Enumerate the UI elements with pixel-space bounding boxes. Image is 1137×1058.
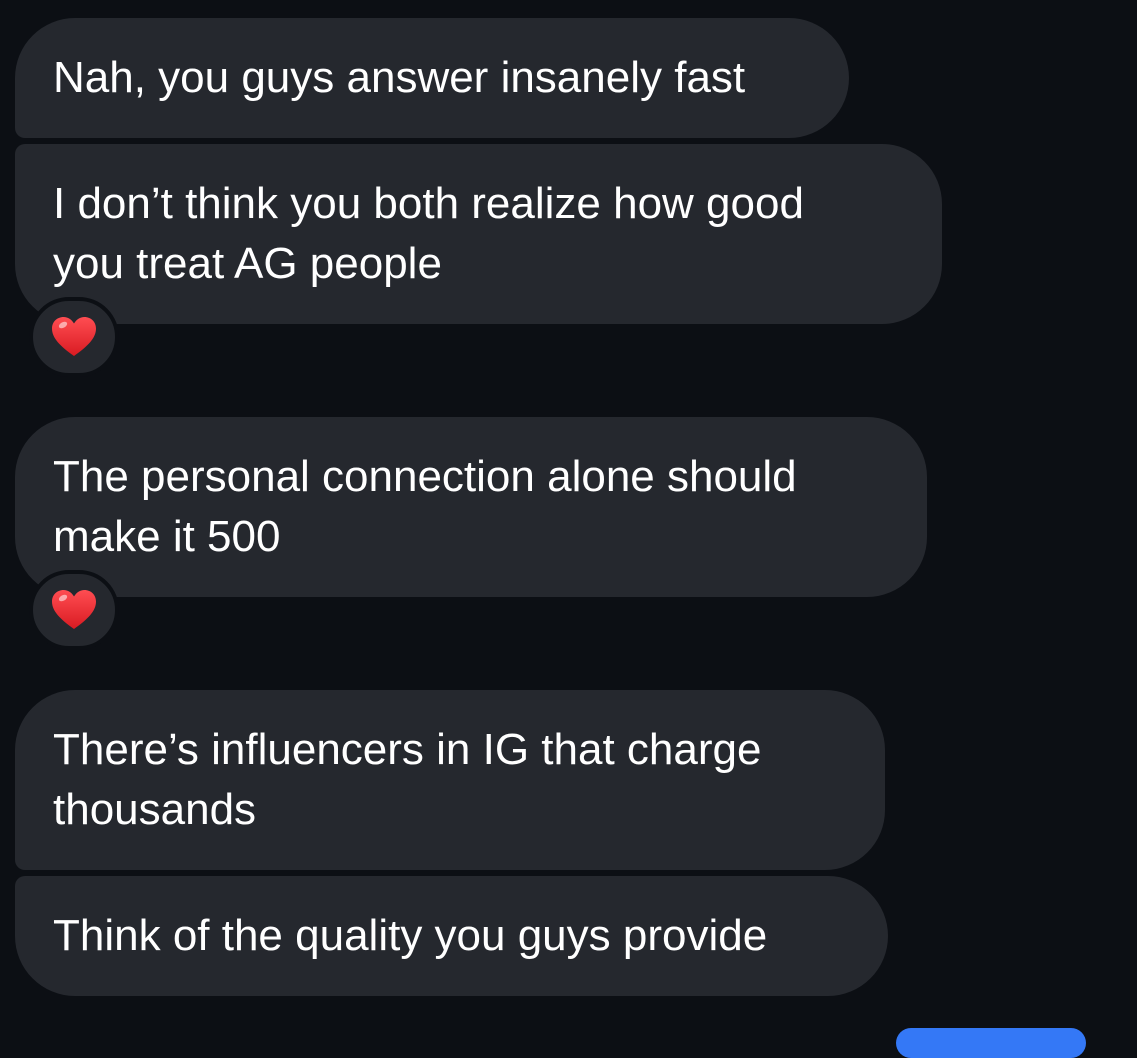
message-text: Nah, you guys answer insanely fast [53, 53, 746, 102]
received-message[interactable]: There’s influencers in IG that charge th… [15, 690, 885, 870]
received-message[interactable]: I don’t think you both realize how good … [15, 144, 942, 324]
received-message[interactable]: Think of the quality you guys provide [15, 876, 888, 996]
message-text: There’s influencers in IG that charge [53, 725, 762, 774]
message-text: you treat AG people [53, 239, 442, 288]
message-text: thousands [53, 785, 257, 834]
message-text: The personal connection alone should [53, 452, 797, 501]
sent-message-peek[interactable] [896, 1028, 1086, 1058]
red-heart-icon [52, 317, 96, 356]
red-heart-icon [52, 590, 96, 629]
message-reaction[interactable] [29, 570, 119, 650]
received-message[interactable]: Nah, you guys answer insanely fast [15, 18, 849, 138]
message-text: make it 500 [53, 512, 281, 561]
message-text: I don’t think you both realize how good [53, 179, 804, 228]
message-text: Think of the quality you guys provide [53, 911, 768, 960]
received-message[interactable]: The personal connection alone should mak… [15, 417, 927, 597]
message-reaction[interactable] [29, 297, 119, 377]
